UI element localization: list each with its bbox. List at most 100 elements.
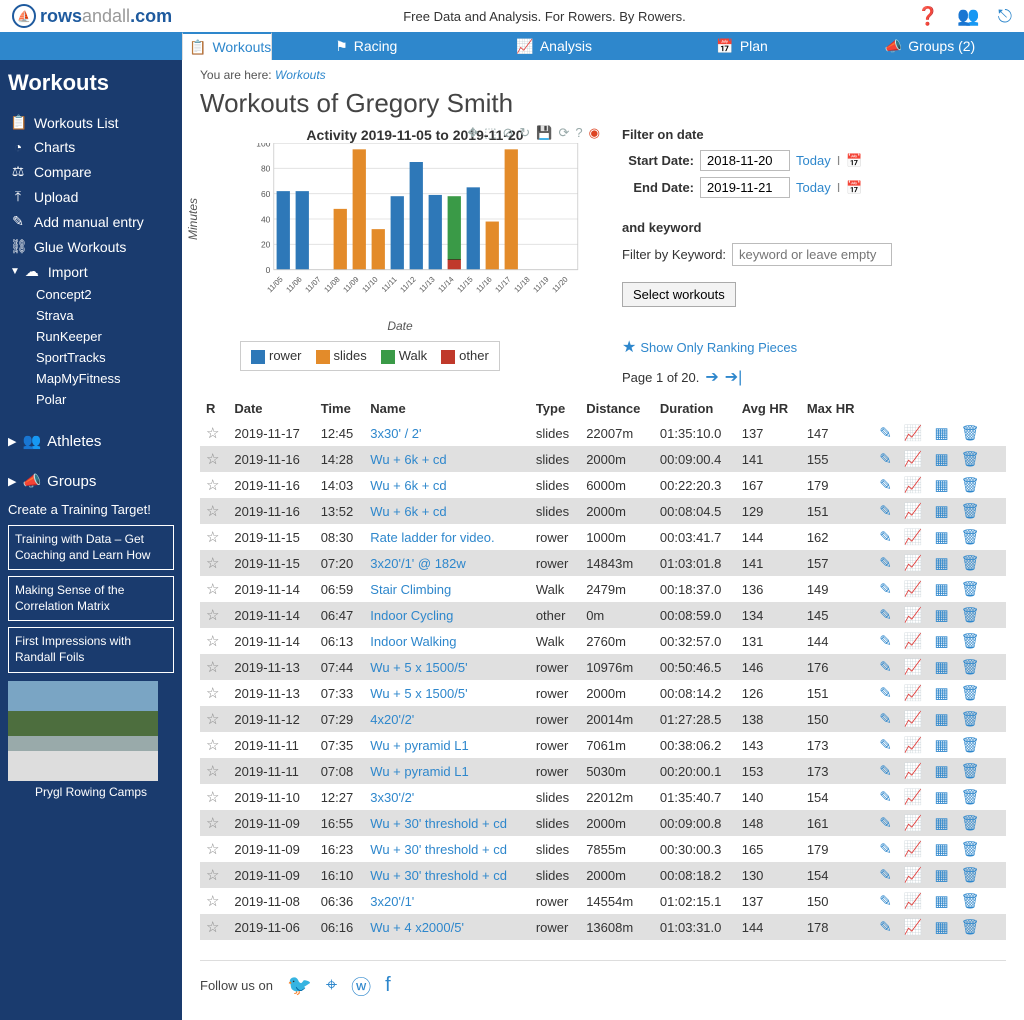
workout-link[interactable]: Wu + 6k + cd	[364, 446, 530, 472]
ranking-star[interactable]: ☆	[200, 836, 228, 862]
trash-icon[interactable]: 🗑	[961, 528, 980, 546]
grid-icon[interactable]: ▦	[935, 866, 949, 884]
sidebar-item[interactable]: ⛓Glue Workouts	[8, 234, 174, 259]
workout-link[interactable]: Indoor Cycling	[364, 602, 530, 628]
workout-link[interactable]: Wu + pyramid L1	[364, 732, 530, 758]
sidebar-athletes[interactable]: ▶👥Athletes	[8, 432, 174, 450]
edit-icon[interactable]: ✎	[879, 736, 892, 754]
wheel-zoom-icon[interactable]: ⊘	[503, 125, 514, 141]
workout-link[interactable]: 3x30'/2'	[364, 784, 530, 810]
grid-icon[interactable]: ▦	[935, 814, 949, 832]
ranking-star[interactable]: ☆	[200, 784, 228, 810]
tab-racing[interactable]: ⚑Racing	[272, 32, 460, 60]
edit-icon[interactable]: ✎	[879, 814, 892, 832]
workout-link[interactable]: Wu + 5 x 1500/5'	[364, 654, 530, 680]
grid-icon[interactable]: ▦	[935, 450, 949, 468]
edit-icon[interactable]: ✎	[879, 450, 892, 468]
ranking-star[interactable]: ☆	[200, 810, 228, 836]
workout-link[interactable]: 3x20'/1'	[364, 888, 530, 914]
edit-icon[interactable]: ✎	[879, 918, 892, 936]
ranking-star[interactable]: ☆	[200, 498, 228, 524]
workout-link[interactable]: Wu + 30' threshold + cd	[364, 862, 530, 888]
sidebar-item[interactable]: ✎Add manual entry	[8, 209, 174, 234]
trash-icon[interactable]: 🗑	[961, 554, 980, 572]
edit-icon[interactable]: ✎	[879, 840, 892, 858]
trash-icon[interactable]: 🗑	[961, 814, 980, 832]
grid-icon[interactable]: ▦	[935, 840, 949, 858]
workout-link[interactable]: 3x20'/1' @ 182w	[364, 550, 530, 576]
workout-link[interactable]: Rate ladder for video.	[364, 524, 530, 550]
wordpress-icon[interactable]: ⓦ	[351, 971, 371, 1000]
grid-icon[interactable]: ▦	[935, 502, 949, 520]
trash-icon[interactable]: 🗑	[961, 632, 980, 650]
help-icon[interactable]: ❓	[917, 6, 939, 27]
workout-link[interactable]: Wu + pyramid L1	[364, 758, 530, 784]
show-ranking-link[interactable]: ★Show Only Ranking Pieces	[622, 337, 1006, 357]
trash-icon[interactable]: 🗑	[961, 762, 980, 780]
trash-icon[interactable]: 🗑	[961, 450, 980, 468]
edit-icon[interactable]: ✎	[879, 710, 892, 728]
workout-link[interactable]: Wu + 6k + cd	[364, 472, 530, 498]
last-page-icon[interactable]: ➔|	[725, 367, 743, 387]
trash-icon[interactable]: 🗑	[961, 866, 980, 884]
sidebar-groups[interactable]: ▶📣Groups	[8, 472, 174, 490]
edit-icon[interactable]: ✎	[879, 554, 892, 572]
workout-link[interactable]: Wu + 4 x2000/5'	[364, 914, 530, 940]
grid-icon[interactable]: ▦	[935, 632, 949, 650]
ranking-star[interactable]: ☆	[200, 914, 228, 940]
tab-plan[interactable]: 📅Plan	[648, 32, 836, 60]
grid-icon[interactable]: ▦	[935, 476, 949, 494]
sidebar-button[interactable]: First Impressions with Randall Foils	[8, 627, 174, 672]
trash-icon[interactable]: 🗑	[961, 502, 980, 520]
keyword-input[interactable]	[732, 243, 892, 266]
trash-icon[interactable]: 🗑	[961, 840, 980, 858]
tab-workouts[interactable]: 📋Workouts	[182, 32, 272, 60]
chart-icon[interactable]: 📈	[904, 736, 923, 754]
calendar-icon[interactable]: 📅	[846, 153, 862, 169]
trash-icon[interactable]: 🗑	[961, 710, 980, 728]
ranking-star[interactable]: ☆	[200, 758, 228, 784]
ranking-star[interactable]: ☆	[200, 446, 228, 472]
calendar-icon[interactable]: 📅	[846, 180, 862, 196]
ranking-star[interactable]: ☆	[200, 524, 228, 550]
workout-link[interactable]: Stair Climbing	[364, 576, 530, 602]
chart-icon[interactable]: 📈	[904, 710, 923, 728]
workout-link[interactable]: Indoor Walking	[364, 628, 530, 654]
edit-icon[interactable]: ✎	[879, 658, 892, 676]
workout-link[interactable]: Wu + 30' threshold + cd	[364, 810, 530, 836]
sidebar-item[interactable]: ▼☁Import	[8, 259, 174, 284]
save-icon[interactable]: 💾	[536, 125, 552, 141]
sidebar-item[interactable]: ⚖Compare	[8, 159, 174, 184]
edit-icon[interactable]: ✎	[879, 892, 892, 910]
ranking-star[interactable]: ☆	[200, 888, 228, 914]
edit-icon[interactable]: ✎	[879, 476, 892, 494]
chart-icon[interactable]: 📈	[904, 528, 923, 546]
today-link-start[interactable]: Today	[796, 153, 831, 168]
workout-link[interactable]: 4x20'/2'	[364, 706, 530, 732]
users-icon[interactable]: 👥	[957, 6, 979, 27]
grid-icon[interactable]: ▦	[935, 736, 949, 754]
chart-icon[interactable]: 📈	[904, 918, 923, 936]
sidebar-subitem[interactable]: RunKeeper	[36, 326, 174, 347]
trash-icon[interactable]: 🗑	[961, 658, 980, 676]
legend-item[interactable]: slides	[316, 348, 367, 364]
trash-icon[interactable]: 🗑	[961, 424, 980, 442]
grid-icon[interactable]: ▦	[935, 788, 949, 806]
ranking-star[interactable]: ☆	[200, 862, 228, 888]
logo[interactable]: ⛵ rowsandall.com	[12, 4, 172, 28]
chart-icon[interactable]: 📈	[904, 762, 923, 780]
tab-analysis[interactable]: 📈Analysis	[460, 32, 648, 60]
workout-link[interactable]: Wu + 6k + cd	[364, 498, 530, 524]
chart-icon[interactable]: 📈	[904, 632, 923, 650]
ranking-star[interactable]: ☆	[200, 680, 228, 706]
chart-icon[interactable]: 📈	[904, 892, 923, 910]
ranking-star[interactable]: ☆	[200, 732, 228, 758]
select-workouts-button[interactable]: Select workouts	[622, 282, 736, 307]
chart-icon[interactable]: 📈	[904, 450, 923, 468]
sidebar-subitem[interactable]: Strava	[36, 305, 174, 326]
edit-icon[interactable]: ✎	[879, 424, 892, 442]
breadcrumb-link[interactable]: Workouts	[275, 68, 326, 82]
sidebar-item[interactable]: ◔Charts	[8, 135, 174, 159]
instagram-icon[interactable]: ⌖	[326, 974, 337, 997]
edit-icon[interactable]: ✎	[879, 580, 892, 598]
